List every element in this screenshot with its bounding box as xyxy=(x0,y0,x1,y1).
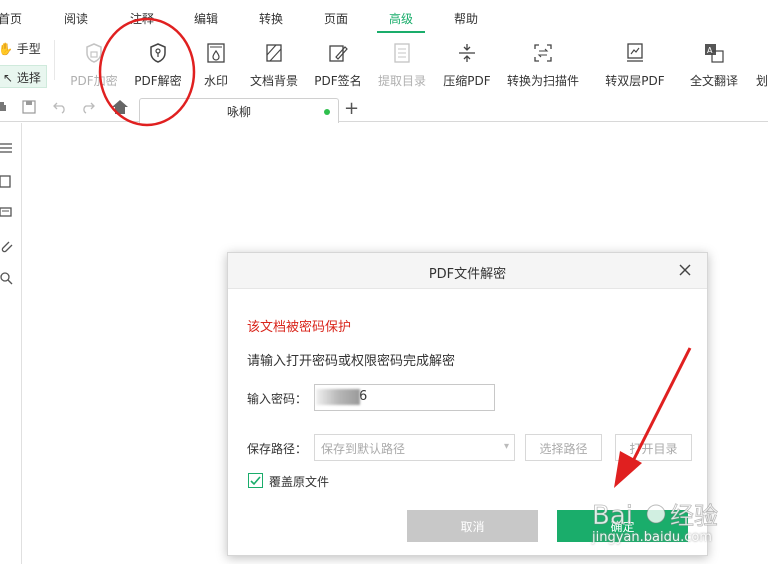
select-tool-label: 选择 xyxy=(16,71,41,85)
tool-pdf-sign[interactable]: PDF签名 xyxy=(314,40,362,90)
choose-path-button[interactable]: 选择路径 xyxy=(525,434,602,461)
cursor-icon: ↖ xyxy=(3,71,14,85)
tool-label: 文档背景 xyxy=(249,74,298,88)
svg-text:Bai: Bai xyxy=(592,501,633,531)
checkmark-icon xyxy=(250,476,261,486)
tool-label: 全文翻译 xyxy=(689,74,738,88)
left-panel-bar xyxy=(0,123,22,564)
svg-text:经验: 经验 xyxy=(670,502,718,530)
tool-label: PDF加密 xyxy=(70,74,118,88)
home-icon[interactable] xyxy=(111,99,129,115)
select-tool[interactable]: ↖ 选择 xyxy=(0,65,47,88)
save-path-label: 保存路径： xyxy=(247,442,308,456)
undo-icon[interactable] xyxy=(52,100,68,114)
menu-tab-page[interactable]: 页面 xyxy=(324,10,348,27)
document-tab-title: 咏柳 xyxy=(226,105,251,119)
signature-icon xyxy=(329,45,348,62)
tool-extract-toc[interactable]: 提取目录 xyxy=(377,40,427,90)
tool-label: 水印 xyxy=(203,74,228,88)
overwrite-checkbox[interactable] xyxy=(248,473,263,488)
menu-bar: 首页 阅读 注释 编辑 转换 页面 高级 帮助 xyxy=(0,0,768,34)
outline-icon[interactable] xyxy=(0,141,14,155)
search-icon[interactable] xyxy=(0,272,14,286)
document-tab[interactable]: 咏柳 xyxy=(139,98,339,123)
redo-icon[interactable] xyxy=(80,100,96,114)
ribbon-toolbar: ✋ 手型 ↖ 选择 PDF加密 PDF解密 水印 文档背景 PDF签名 提取目录… xyxy=(0,34,768,92)
thumbnail-icon[interactable] xyxy=(0,174,14,188)
baidu-watermark-logo: Bai 经验 xyxy=(592,501,719,532)
hand-icon: ✋ xyxy=(0,42,13,56)
menu-tab-convert[interactable]: 转换 xyxy=(259,10,283,27)
lock-shield-icon xyxy=(86,43,102,63)
scan-convert-icon xyxy=(534,44,552,62)
overwrite-label: 覆盖原文件 xyxy=(269,475,330,489)
menu-tab-read[interactable]: 阅读 xyxy=(64,10,88,27)
comment-icon[interactable] xyxy=(0,206,14,220)
background-icon xyxy=(266,44,282,62)
tool-label: 转双层PDF xyxy=(605,74,665,88)
tool-label: 提取目录 xyxy=(377,74,426,88)
tool-label: PDF解密 xyxy=(134,74,182,88)
tool-label: 划 xyxy=(755,74,768,88)
menu-tab-edit[interactable]: 编辑 xyxy=(194,10,218,27)
document-tab-strip: 咏柳 + xyxy=(0,92,768,123)
menu-tab-annotate[interactable]: 注释 xyxy=(130,10,154,27)
dialog-header: PDF文件解密 xyxy=(228,253,707,289)
tool-pdf-encrypt[interactable]: PDF加密 xyxy=(70,40,118,90)
menu-tab-advanced[interactable]: 高级 xyxy=(376,10,426,33)
decrypt-hint: 请输入打开密码或权限密码完成解密 xyxy=(247,354,456,369)
watermark-icon xyxy=(207,43,225,63)
close-icon[interactable] xyxy=(677,262,693,278)
dialog-title: PDF文件解密 xyxy=(428,267,507,282)
unsaved-dot xyxy=(324,109,330,115)
print-icon[interactable] xyxy=(0,100,8,114)
tool-compress-pdf[interactable]: 压缩PDF xyxy=(442,40,492,90)
password-redaction xyxy=(316,389,360,405)
hand-tool[interactable]: ✋ 手型 xyxy=(0,40,41,57)
dual-layer-icon xyxy=(627,43,643,62)
cancel-button[interactable]: 取消 xyxy=(407,510,538,542)
menu-tab-home[interactable]: 首页 xyxy=(0,10,22,27)
new-tab-button[interactable]: + xyxy=(344,98,359,119)
tool-convert-scan[interactable]: 转换为扫描件 xyxy=(506,40,580,90)
save-icon[interactable] xyxy=(22,100,36,114)
tool-label: 转换为扫描件 xyxy=(506,74,579,88)
tool-label: 压缩PDF xyxy=(443,74,491,88)
menu-tab-help[interactable]: 帮助 xyxy=(454,10,478,27)
tool-partial[interactable]: 划 xyxy=(752,40,768,90)
tool-watermark[interactable]: 水印 xyxy=(200,40,232,90)
tool-doc-background[interactable]: 文档背景 xyxy=(249,40,299,90)
tool-full-translate[interactable]: A 全文翻译 xyxy=(689,40,739,90)
tool-dual-layer-pdf[interactable]: 转双层PDF xyxy=(605,40,665,90)
password-visible-text: 6 xyxy=(359,389,368,404)
extract-toc-icon xyxy=(394,43,410,63)
svg-text:A: A xyxy=(707,46,713,55)
attachment-icon[interactable] xyxy=(0,239,14,253)
watermark-url: jingyan.baidu.com xyxy=(592,530,712,545)
translate-icon: A xyxy=(705,44,724,63)
tool-pdf-decrypt[interactable]: PDF解密 xyxy=(133,40,183,90)
tool-label: PDF签名 xyxy=(314,74,362,88)
hand-tool-label: 手型 xyxy=(16,42,41,56)
open-directory-button[interactable]: 打开目录 xyxy=(615,434,692,461)
key-shield-icon xyxy=(150,43,166,63)
chevron-down-icon: ▾ xyxy=(503,441,509,452)
password-label: 输入密码： xyxy=(247,392,308,406)
save-path-select[interactable]: 保存到默认路径 ▾ xyxy=(314,434,515,461)
compress-icon xyxy=(459,44,475,62)
protected-warning: 该文档被密码保护 xyxy=(247,320,352,335)
toolbar-divider xyxy=(54,40,55,80)
save-path-value: 保存到默认路径 xyxy=(321,442,406,456)
